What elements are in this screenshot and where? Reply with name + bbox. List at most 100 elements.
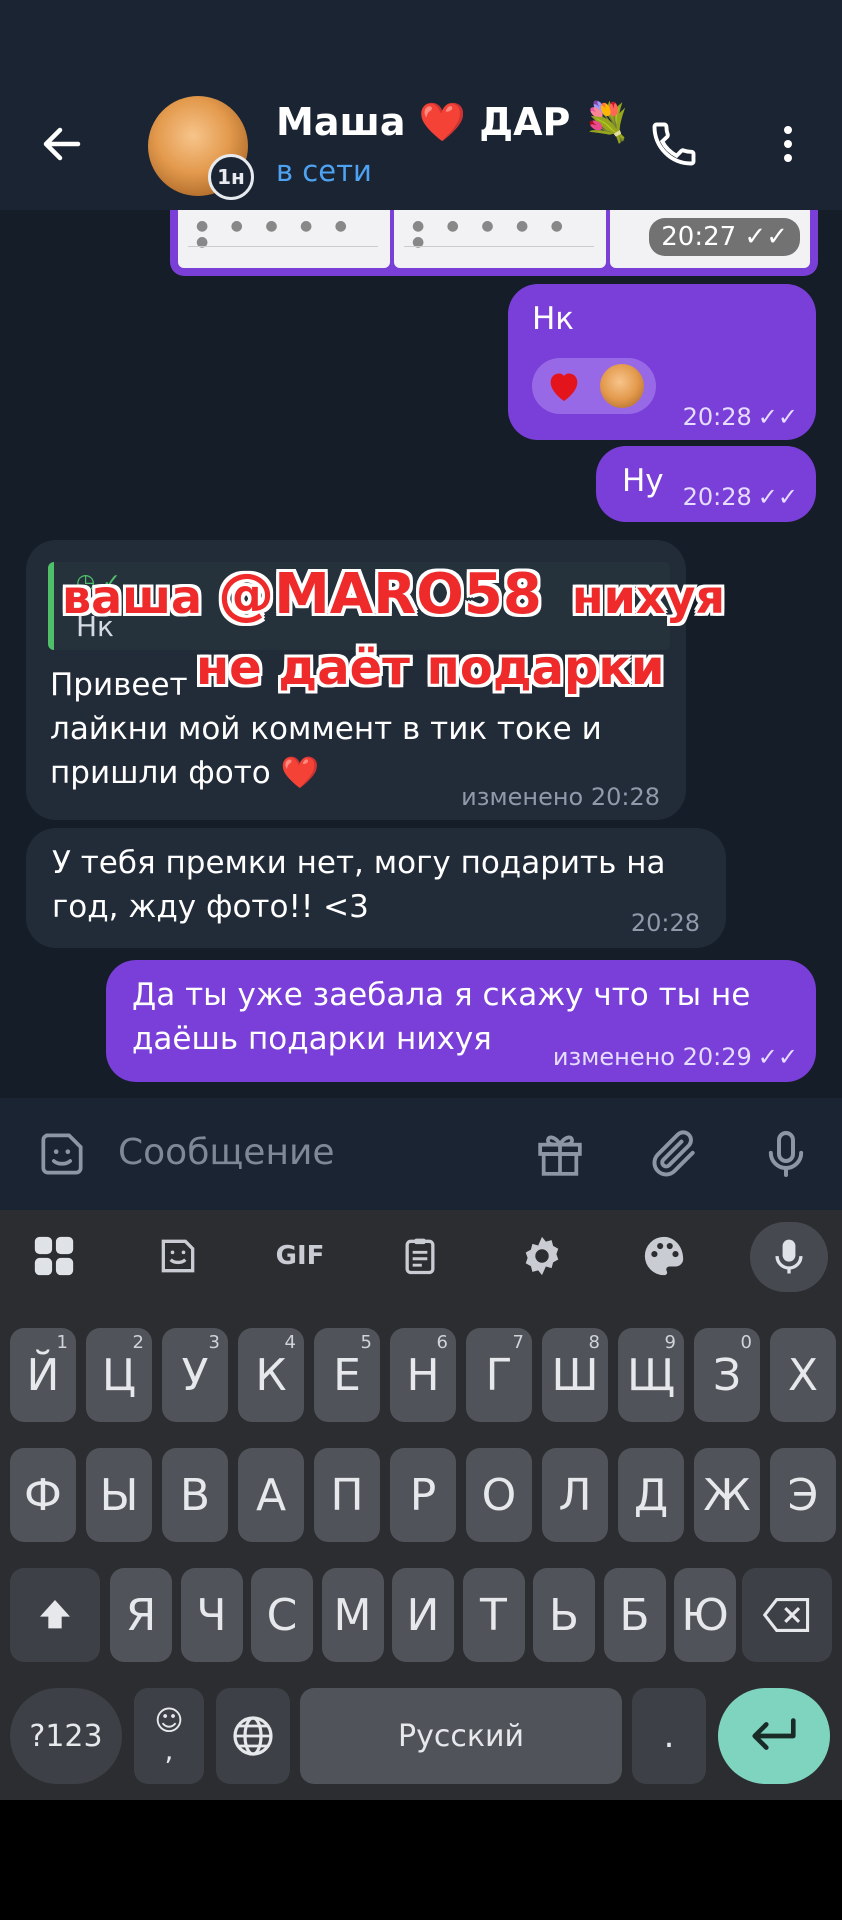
keyboard: GIF Й1Ц2У3К4Е5Н6Г7Ш8Щ9З0Х ФЫВАПРОЛДЖЭ ЯЧ…: [0, 1210, 842, 1800]
message-line: пришли фото ❤️: [50, 755, 320, 791]
message-time: 20:28 ✓✓: [682, 483, 798, 511]
key-С[interactable]: С: [251, 1568, 313, 1662]
key-hint: 9: [664, 1332, 676, 1353]
key-Ю[interactable]: Ю: [674, 1568, 736, 1662]
chat-title[interactable]: Маша ❤️ ДАР 💐: [276, 100, 631, 145]
period-key[interactable]: .: [632, 1688, 706, 1784]
gif-button[interactable]: GIF: [268, 1228, 332, 1284]
back-arrow-icon[interactable]: [38, 120, 86, 168]
sticker-icon[interactable]: [150, 1228, 206, 1284]
more-options-icon[interactable]: [768, 120, 808, 168]
key-Я[interactable]: Я: [110, 1568, 172, 1662]
key-Г[interactable]: Г7: [466, 1328, 532, 1422]
language-key[interactable]: [216, 1688, 290, 1784]
key-И[interactable]: И: [392, 1568, 454, 1662]
read-checks-icon: ✓✓: [757, 1043, 798, 1071]
key-Э[interactable]: Э: [770, 1448, 836, 1542]
key-А[interactable]: А: [238, 1448, 304, 1542]
key-Р[interactable]: Р: [390, 1448, 456, 1542]
key-Ж[interactable]: Ж: [694, 1448, 760, 1542]
gift-icon[interactable]: [532, 1126, 588, 1182]
key-Ь[interactable]: Ь: [533, 1568, 595, 1662]
message-input[interactable]: Сообщение: [118, 1132, 335, 1173]
key-З[interactable]: З0: [694, 1328, 760, 1422]
message-text: Нк: [532, 301, 575, 337]
key-Щ[interactable]: Щ9: [618, 1328, 684, 1422]
key-В[interactable]: В: [162, 1448, 228, 1542]
shift-key[interactable]: [10, 1568, 100, 1662]
outgoing-message[interactable]: Нк 20:28 ✓✓: [508, 284, 816, 440]
message-list[interactable]: ● ● ● ● ● ● ● ● ● ● ● ● 20:27 ✓✓ Нк 20:2…: [0, 210, 842, 1098]
key-label: Ш: [551, 1349, 599, 1401]
key-Ч[interactable]: Ч: [180, 1568, 243, 1662]
key-М[interactable]: М: [321, 1568, 384, 1662]
key-label: Ц: [101, 1349, 137, 1401]
key-label: Ь: [548, 1589, 580, 1641]
album-image[interactable]: 20:27 ✓✓: [610, 210, 810, 268]
album-image[interactable]: ● ● ● ● ● ●: [394, 210, 606, 268]
message-line: У тебя премки нет, могу подарить на: [52, 845, 666, 881]
image-album-bubble[interactable]: ● ● ● ● ● ● ● ● ● ● ● ● 20:27 ✓✓: [170, 210, 818, 276]
mic-icon[interactable]: [758, 1126, 814, 1182]
key-label: Р: [409, 1469, 437, 1521]
key-Е[interactable]: Е5: [314, 1328, 380, 1422]
key-Т[interactable]: Т: [462, 1568, 525, 1662]
key-label: С: [266, 1589, 298, 1641]
message-time: 20:27 ✓✓: [649, 218, 800, 256]
gear-icon[interactable]: [514, 1228, 570, 1284]
enter-key[interactable]: [718, 1688, 830, 1784]
attach-icon[interactable]: [646, 1126, 702, 1182]
reaction-pill[interactable]: [532, 358, 656, 414]
sticker-icon[interactable]: [34, 1126, 90, 1182]
key-Ф[interactable]: Ф: [10, 1448, 76, 1542]
key-Б[interactable]: Б: [603, 1568, 666, 1662]
incoming-message[interactable]: У тебя премки нет, могу подарить на год,…: [26, 828, 726, 948]
emoji-comma-key[interactable]: ☺ ,: [134, 1688, 204, 1784]
key-label: Н: [406, 1349, 440, 1401]
album-image[interactable]: ● ● ● ● ● ●: [178, 210, 390, 268]
key-label: Д: [633, 1469, 669, 1521]
message-line: Привеет: [50, 667, 188, 703]
key-Ы[interactable]: Ы: [86, 1448, 152, 1542]
voice-input-button[interactable]: [750, 1222, 828, 1292]
key-label: Я: [125, 1589, 157, 1641]
key-О[interactable]: О: [466, 1448, 532, 1542]
key-Д[interactable]: Д: [618, 1448, 684, 1542]
symbols-key[interactable]: ?123: [10, 1688, 122, 1784]
key-Н[interactable]: Н6: [390, 1328, 456, 1422]
key-hint: 7: [512, 1332, 524, 1353]
key-hint: 1: [56, 1332, 68, 1353]
key-label: З: [712, 1349, 742, 1401]
globe-icon: [233, 1716, 273, 1756]
clipboard-icon[interactable]: [392, 1228, 448, 1284]
message-edited-time: изменено 20:28: [461, 783, 660, 811]
key-Й[interactable]: Й1: [10, 1328, 76, 1422]
message-input-bar: Сообщение: [0, 1098, 842, 1210]
key-hint: 4: [284, 1332, 296, 1353]
emoji-icon: ☺: [154, 1704, 184, 1737]
phone-icon[interactable]: [648, 118, 700, 170]
key-Л[interactable]: Л: [542, 1448, 608, 1542]
palette-icon[interactable]: [636, 1228, 692, 1284]
enter-icon: [752, 1718, 796, 1750]
read-checks-icon: ✓✓: [757, 483, 798, 511]
outgoing-message[interactable]: Ну 20:28 ✓✓: [596, 446, 816, 522]
key-label: Е: [333, 1349, 361, 1401]
key-К[interactable]: К4: [238, 1328, 304, 1422]
chat-screen: 1н Маша ❤️ ДАР 💐 в сети ● ● ● ● ● ● ● ● …: [0, 0, 842, 1920]
key-label: У: [181, 1349, 209, 1401]
key-hint: 0: [740, 1332, 752, 1353]
key-П[interactable]: П: [314, 1448, 380, 1542]
key-Ш[interactable]: Ш8: [542, 1328, 608, 1422]
key-label: Ф: [24, 1469, 62, 1521]
key-label: Э: [787, 1469, 819, 1521]
backspace-key[interactable]: [742, 1568, 832, 1662]
key-Ц[interactable]: Ц2: [86, 1328, 152, 1422]
key-label: Л: [558, 1469, 592, 1521]
outgoing-message[interactable]: Да ты уже заебала я скажу что ты не даёш…: [106, 960, 816, 1082]
space-key[interactable]: Русский: [300, 1688, 622, 1784]
overlay-caption-line: ваша @MARO58 нихуя: [62, 562, 726, 627]
apps-icon[interactable]: [26, 1228, 82, 1284]
key-Х[interactable]: Х: [770, 1328, 836, 1422]
key-У[interactable]: У3: [162, 1328, 228, 1422]
